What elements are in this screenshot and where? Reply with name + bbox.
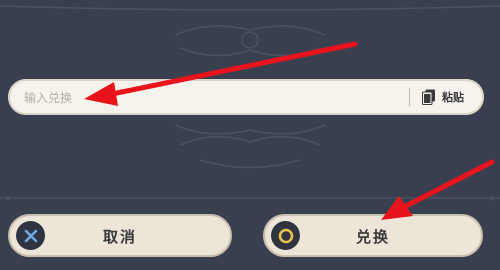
input-divider [409,88,410,106]
cancel-button[interactable]: 取消 [8,214,232,257]
clipboard-icon [422,89,435,105]
paste-label: 粘贴 [442,91,464,104]
redeem-code-bar: 粘贴 [8,79,484,115]
cancel-label: 取消 [102,228,137,246]
redeem-code-input[interactable] [22,83,406,113]
redeem-label: 兑换 [355,228,390,246]
redeem-button[interactable]: 兑换 [263,214,483,257]
arrow-to-redeem-button [381,159,495,220]
paste-button[interactable]: 粘贴 [422,83,478,111]
